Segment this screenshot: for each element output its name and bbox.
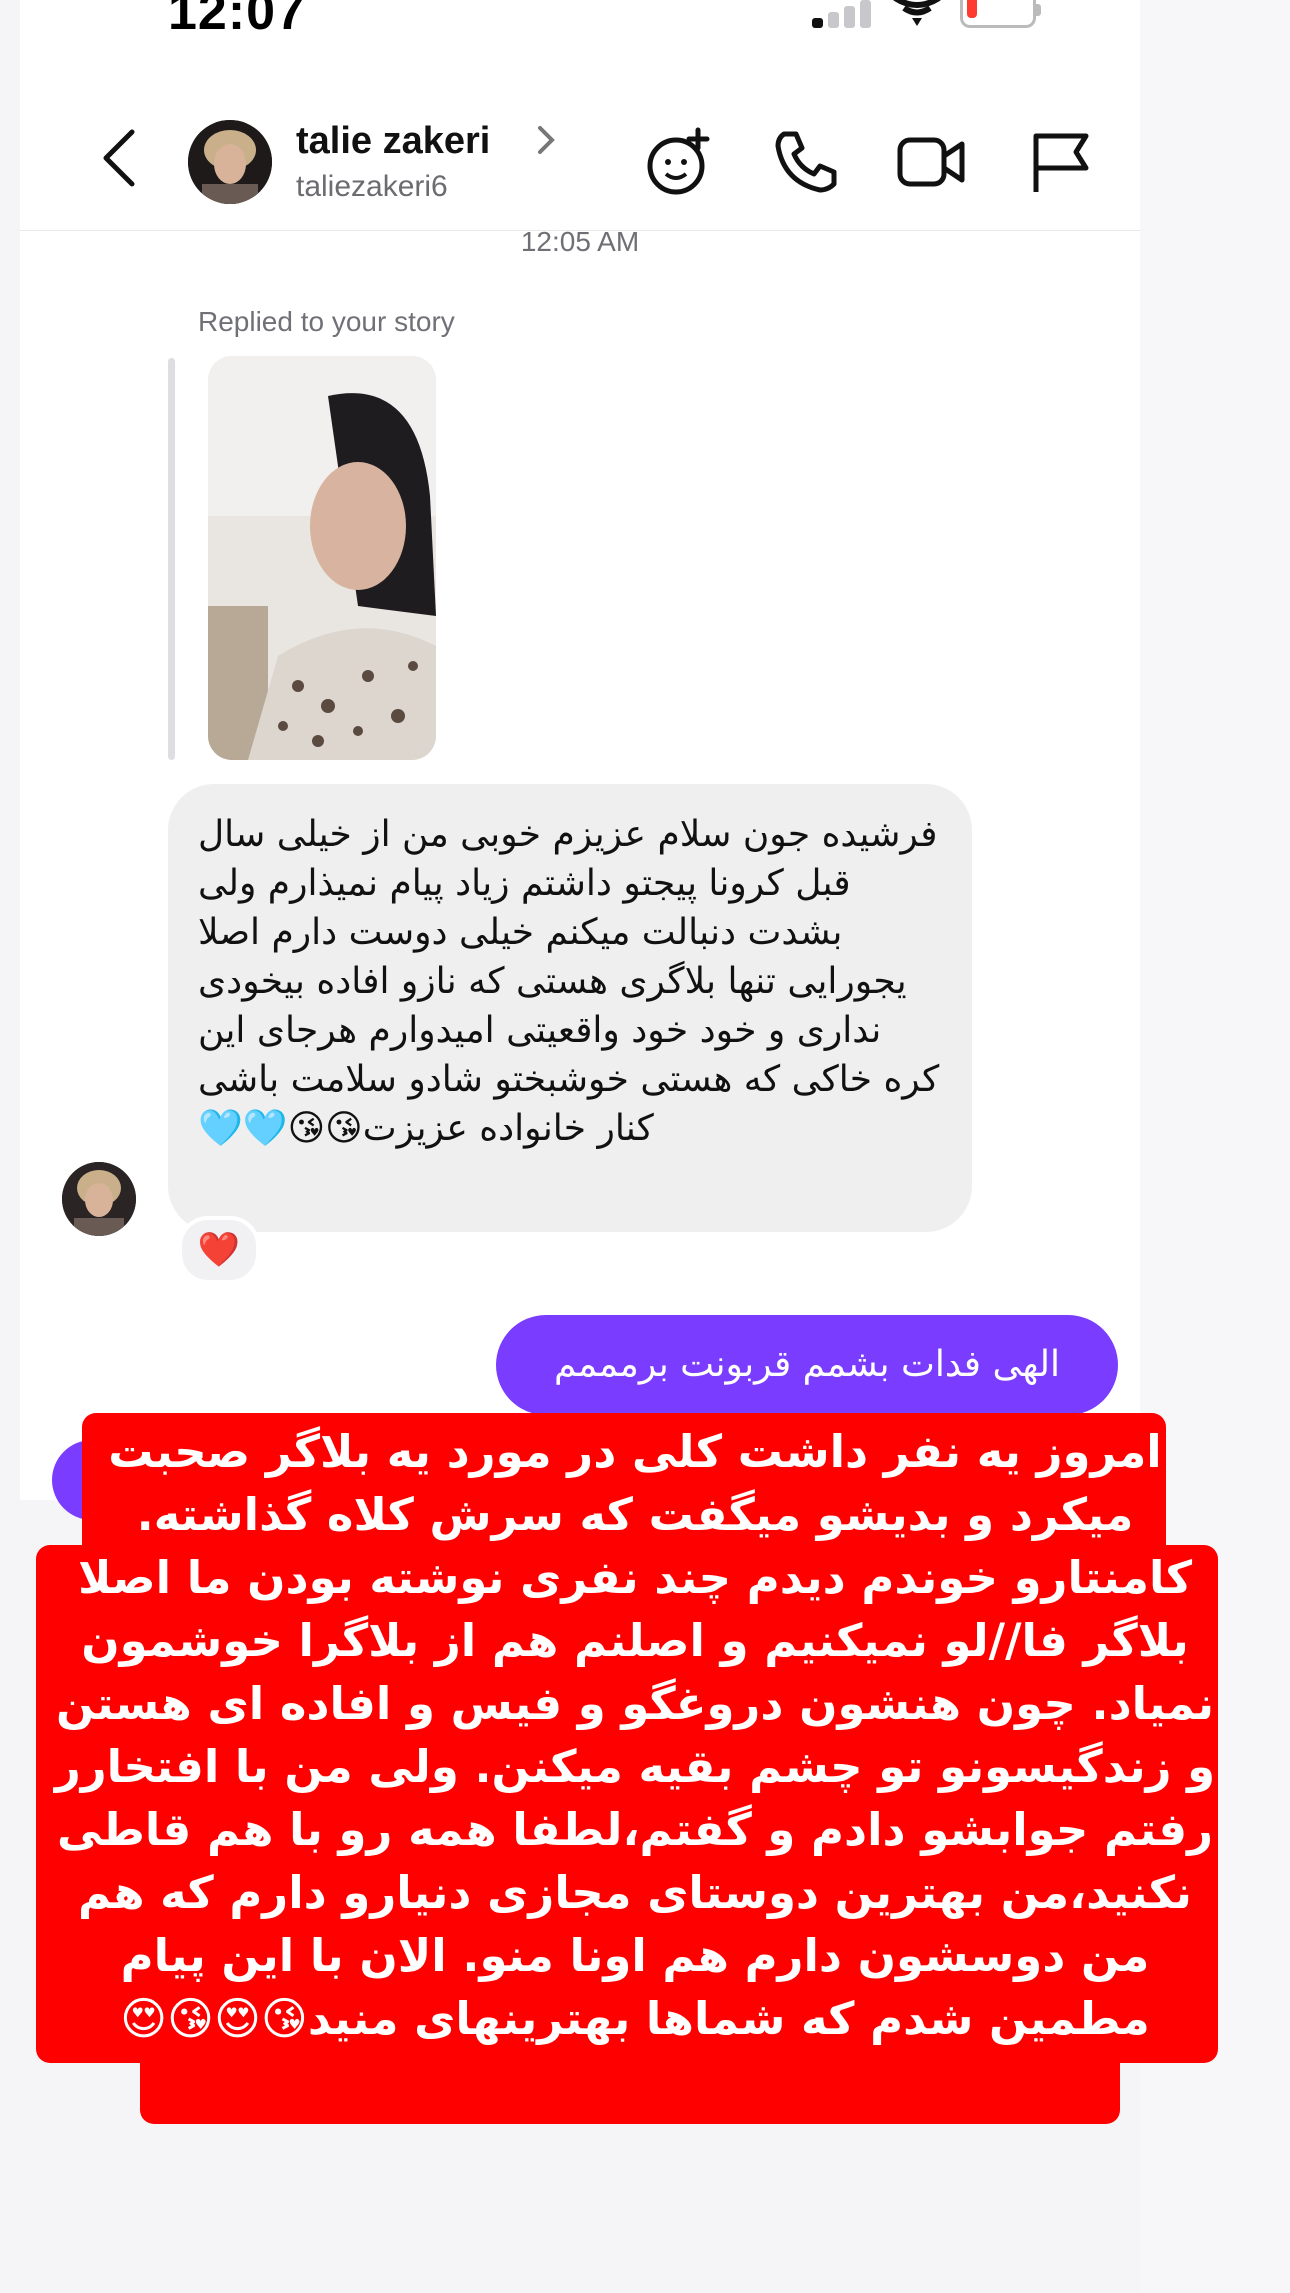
incoming-message-text: فرشیده جون سلام عزیزم خوبی من از خیلی سا… <box>198 814 940 1149</box>
status-time: 12:07 <box>168 0 306 41</box>
replied-to-story-label: Replied to your story <box>198 306 455 337</box>
battery-tip <box>1036 4 1041 16</box>
chevron-right-icon[interactable] <box>530 122 560 158</box>
reply-indicator-bar <box>168 358 175 760</box>
story-image <box>208 356 436 760</box>
signal-icon <box>812 0 872 28</box>
sender-avatar[interactable] <box>62 1162 136 1236</box>
back-icon[interactable] <box>92 128 152 188</box>
video-icon[interactable] <box>896 126 968 198</box>
story-thumbnail[interactable] <box>208 356 436 760</box>
screen: 12:07 talie zakeri taliezakeri6 12:05 AM… <box>0 0 1290 2293</box>
message-timestamp: 12:05 AM <box>520 226 640 257</box>
sender-avatar-image <box>62 1162 136 1236</box>
wifi-icon <box>893 0 941 26</box>
phone-icon[interactable] <box>770 126 842 198</box>
battery-icon <box>960 0 1036 28</box>
flag-icon[interactable] <box>1024 126 1096 198</box>
outgoing-message-bubble[interactable]: الهی فدات بشمم قربونت برمممم <box>496 1315 1118 1415</box>
contact-name[interactable]: talie zakeri <box>296 120 490 163</box>
overlay-caption: امروز یه نفر داشت کلی در مورد یه بلاگر ص… <box>54 1425 1216 2045</box>
avatar[interactable] <box>188 120 272 204</box>
contact-username: taliezakeri6 <box>296 170 448 203</box>
heart-reaction[interactable]: ❤️ <box>178 1216 260 1284</box>
incoming-message-bubble[interactable]: فرشیده جون سلام عزیزم خوبی من از خیلی سا… <box>168 784 972 1232</box>
outgoing-message-text: الهی فدات بشمم قربونت برمممم <box>553 1344 1061 1385</box>
avatar-sticker-icon[interactable] <box>644 126 716 198</box>
chat-header: talie zakeri taliezakeri6 <box>20 80 1140 231</box>
avatar-image <box>188 120 272 204</box>
